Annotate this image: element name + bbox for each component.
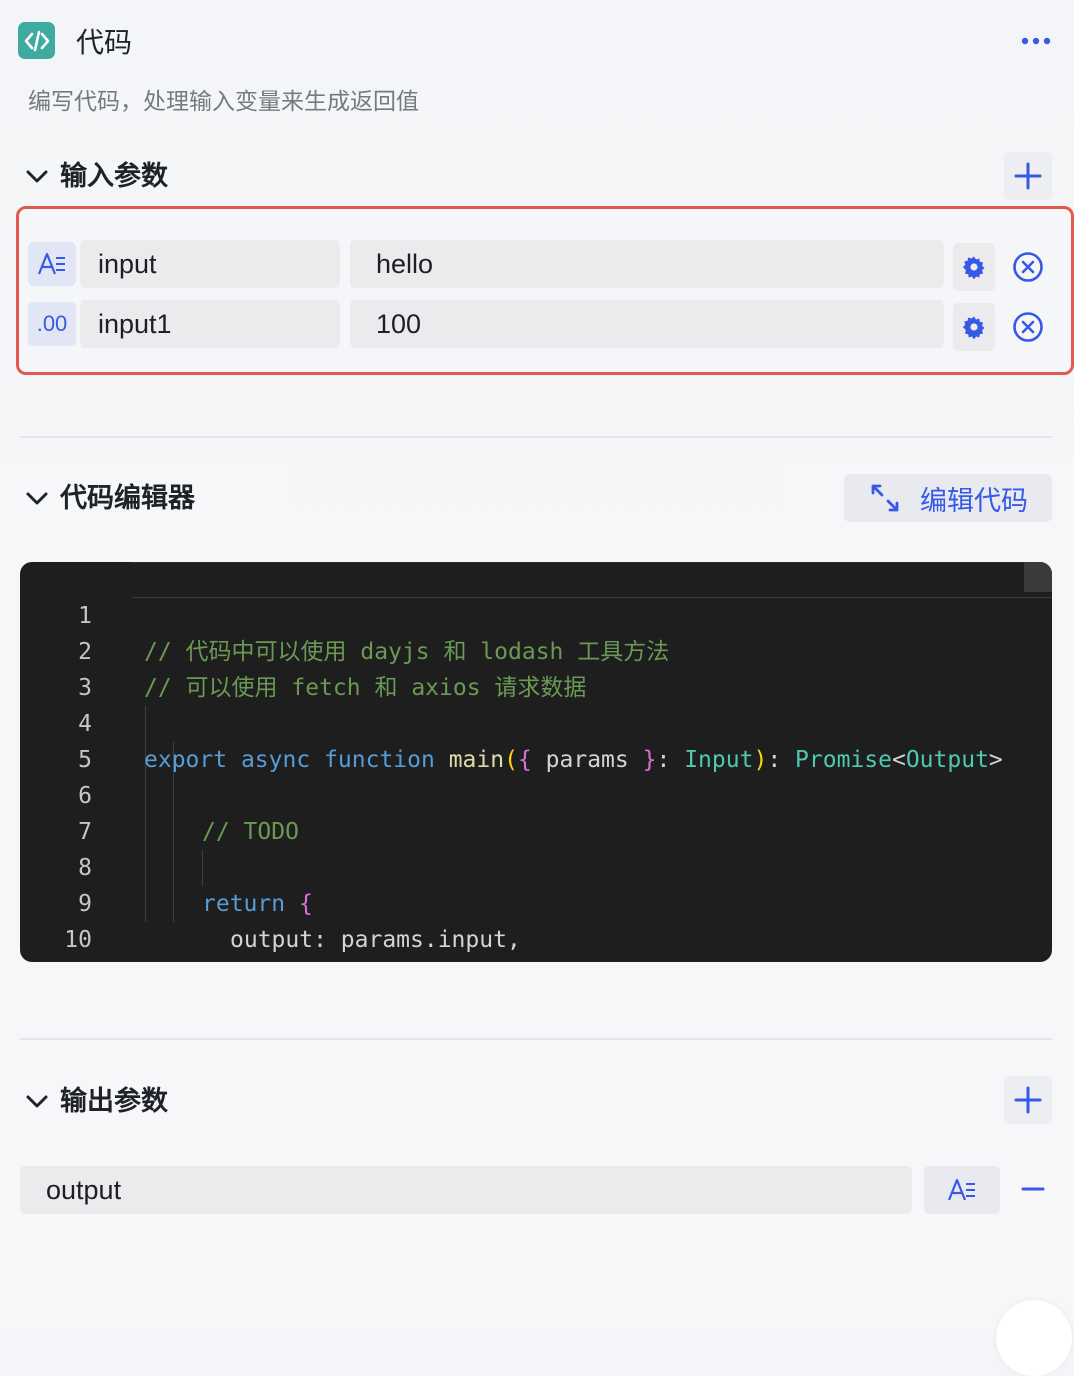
code-line: 8 return { <box>20 814 1052 917</box>
input-section-toggle[interactable] <box>24 163 50 194</box>
chevron-down-icon <box>26 1095 48 1108</box>
code-line: 2 // 可以使用 fetch 和 axios 请求数据 <box>20 598 1052 701</box>
param-value-input[interactable]: 100 <box>350 300 944 348</box>
number-type-icon: .00 <box>36 311 68 336</box>
code-section-title: 代码编辑器 <box>60 483 195 513</box>
param-name-input[interactable]: input1 <box>80 300 340 348</box>
floating-help-button[interactable] <box>996 1300 1072 1376</box>
add-input-param-button[interactable] <box>1004 152 1052 200</box>
chevron-down-icon <box>26 170 48 183</box>
param-settings-button[interactable] <box>953 243 995 291</box>
code-line: 10 }; <box>20 886 1052 953</box>
output-name-input[interactable]: output <box>20 1166 912 1214</box>
more-icon <box>1021 37 1051 45</box>
code-line: 3 <box>20 634 1052 701</box>
code-node-icon <box>18 22 55 59</box>
code-line: 4 export async function main({ params }:… <box>20 670 1052 773</box>
output-type-selector[interactable] <box>924 1166 1000 1214</box>
output-section-toggle[interactable] <box>24 1088 50 1119</box>
edit-code-label: 编辑代码 <box>920 485 1028 516</box>
code-text: }; <box>202 958 230 962</box>
chevron-down-icon <box>26 492 48 505</box>
close-circle-icon <box>1013 252 1043 282</box>
node-title: 代码 <box>76 27 133 58</box>
remove-param-button[interactable] <box>1011 250 1045 284</box>
code-line: 5 <box>20 706 1052 773</box>
param-settings-button[interactable] <box>953 303 995 351</box>
code-editor[interactable]: 1 // 代码中可以使用 dayjs 和 lodash 工具方法 2 // 可以… <box>20 562 1052 962</box>
edit-code-button[interactable]: 编辑代码 <box>844 474 1052 522</box>
param-type-selector[interactable]: .00 <box>28 302 76 346</box>
code-line: 11 }; <box>20 922 1052 958</box>
close-circle-icon <box>1013 312 1043 342</box>
code-icon <box>24 30 49 51</box>
code-line: 7 <box>20 778 1052 845</box>
plus-icon <box>1014 162 1042 190</box>
text-type-icon <box>947 1178 975 1201</box>
input-section-title: 输入参数 <box>60 161 168 191</box>
minus-icon <box>1021 1187 1045 1191</box>
input-params-highlight <box>16 206 1074 375</box>
code-section-toggle[interactable] <box>24 485 50 516</box>
text-type-icon <box>37 252 65 275</box>
section-divider <box>20 1038 1052 1040</box>
section-divider <box>20 436 1052 438</box>
param-name-input[interactable]: input <box>80 240 340 288</box>
node-description: 编写代码，处理输入变量来生成返回值 <box>28 88 419 114</box>
add-output-param-button[interactable] <box>1004 1076 1052 1124</box>
param-value-input[interactable]: hello <box>350 240 944 288</box>
code-line: 9 output: params.input, <box>20 850 1052 953</box>
gear-icon <box>962 256 985 279</box>
more-options-button[interactable] <box>1014 28 1058 54</box>
line-number: 11 <box>20 958 92 962</box>
remove-output-button[interactable] <box>1016 1172 1050 1206</box>
remove-param-button[interactable] <box>1011 310 1045 344</box>
output-section-title: 输出参数 <box>60 1086 168 1116</box>
expand-icon <box>871 484 899 512</box>
code-line: 6 // TODO <box>20 742 1052 845</box>
code-line: 1 // 代码中可以使用 dayjs 和 lodash 工具方法 <box>20 562 1052 665</box>
gear-icon <box>962 316 985 339</box>
plus-icon <box>1014 1086 1042 1114</box>
param-type-selector[interactable] <box>28 242 76 286</box>
